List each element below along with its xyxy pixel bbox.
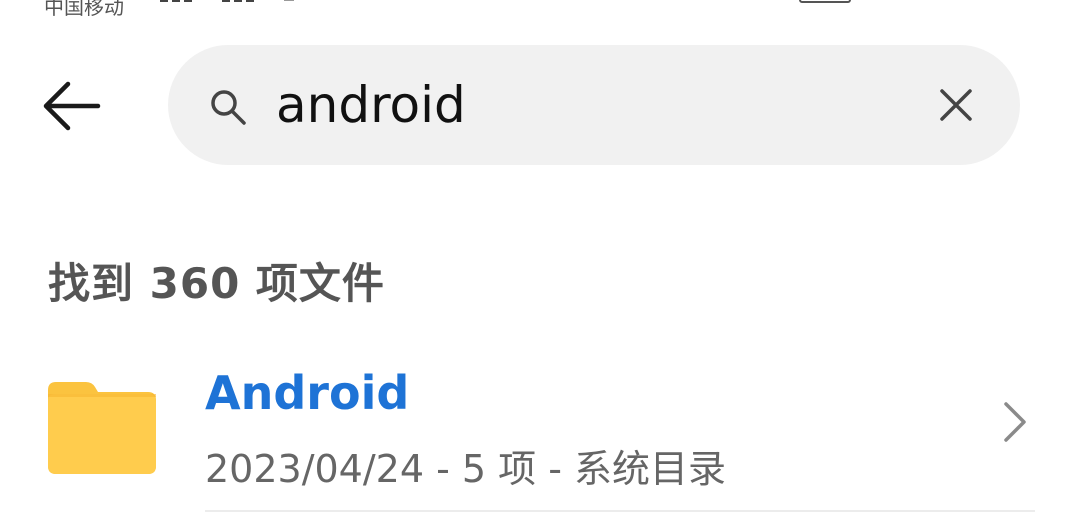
signal-icon	[160, 0, 294, 2]
search-input[interactable]	[276, 67, 896, 143]
battery-time-icon	[799, 0, 851, 3]
search-icon	[211, 90, 246, 125]
list-item[interactable]: Android 2023/04/24 - 5 项 - 系统目录	[0, 350, 1080, 510]
folder-icon	[48, 382, 156, 474]
chevron-right-icon	[1004, 402, 1026, 442]
carrier-label: 中国移动	[44, 0, 124, 16]
item-meta: 2023/04/24 - 5 项 - 系统目录	[205, 447, 727, 491]
status-bar: 中国移动	[0, 0, 1080, 16]
search-bar[interactable]	[168, 45, 1020, 165]
back-button[interactable]	[36, 70, 108, 142]
arrow-left-icon	[43, 81, 101, 131]
results-count: 找到 360 项文件	[48, 259, 385, 308]
item-title: Android	[205, 366, 410, 420]
divider	[205, 510, 1035, 512]
close-icon[interactable]	[934, 83, 978, 127]
